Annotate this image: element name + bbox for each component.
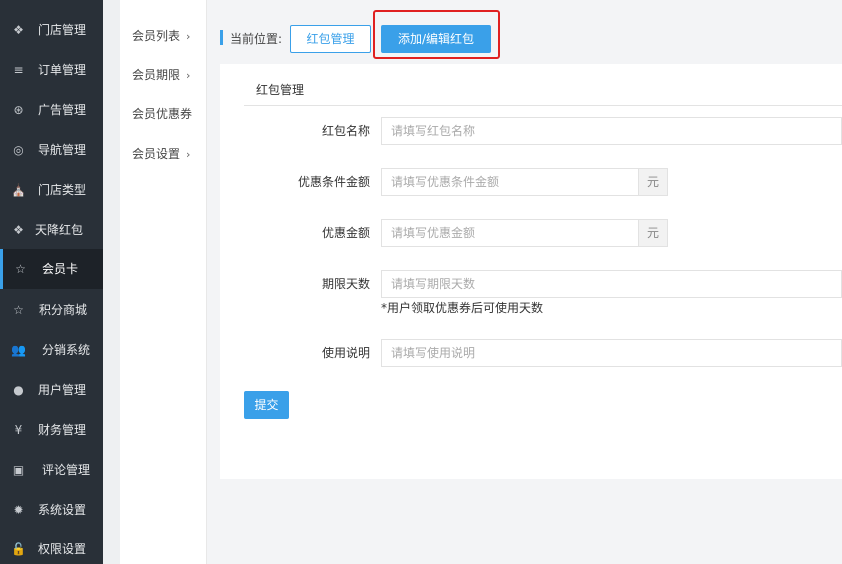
compass-icon: ◎ [13, 143, 24, 157]
sidebar-item-label: 用户管理 [38, 383, 87, 397]
user-icon: ● [13, 383, 24, 397]
main-sidebar: ❖ 门店管理 ≡ 订单管理 ⊛ 广告管理 ◎ 导航管理 ⛪ 门店类型 ❖ 天降红… [0, 0, 103, 564]
breadcrumb-label: 当前位置: [230, 32, 283, 46]
cubes-icon: ❖ [13, 223, 24, 237]
submenu-item-member-coupon[interactable]: 会员优惠券 [132, 104, 192, 124]
discount-amount-label: 优惠金额 [321, 226, 370, 240]
condition-amount-label: 优惠条件金额 [297, 175, 370, 189]
sidebar-item-comments[interactable]: ▣ 评论管理 [0, 450, 103, 490]
submenu-item-member-list[interactable]: 会员列表 › [132, 26, 190, 46]
sidebar-item-label: 天降红包 [35, 223, 84, 237]
form-title: 红包管理 [256, 83, 305, 97]
lifebuoy-icon: ⊛ [13, 103, 24, 117]
sidebar-item-finance[interactable]: ¥ 财务管理 [0, 410, 103, 450]
red-packet-management-button[interactable]: 红包管理 [290, 25, 371, 53]
submenu-item-label: 会员优惠券 [132, 107, 193, 121]
list-icon: ≡ [13, 63, 24, 77]
sidebar-item-label: 会员卡 [42, 262, 79, 276]
breadcrumb-marker [220, 30, 223, 45]
term-days-label: 期限天数 [321, 277, 370, 291]
sidebar-item-label: 门店类型 [38, 183, 87, 197]
sidebar-item-store-management[interactable]: ❖ 门店管理 [0, 10, 103, 50]
sidebar-item-label: 系统设置 [38, 503, 87, 517]
discount-amount-input[interactable] [381, 219, 639, 247]
chevron-right-icon: › [186, 69, 191, 82]
star-half-icon: ☆ [15, 262, 26, 276]
submenu-item-label: 会员列表 [132, 29, 181, 43]
sidebar-item-label: 广告管理 [38, 103, 87, 117]
condition-amount-unit: 元 [639, 168, 668, 196]
add-edit-red-packet-button[interactable]: 添加/编辑红包 [381, 25, 491, 53]
lock-icon: 🔓 [11, 542, 26, 556]
yen-icon: ¥ [14, 423, 23, 437]
chevron-right-icon: › [186, 30, 191, 43]
sidebar-item-label: 积分商城 [39, 303, 88, 317]
submenu-item-label: 会员设置 [132, 147, 181, 161]
red-packet-name-input[interactable] [381, 117, 842, 145]
condition-amount-input[interactable] [381, 168, 639, 196]
sidebar-item-user-management[interactable]: ● 用户管理 [0, 370, 103, 410]
submenu-item-label: 会员期限 [132, 68, 181, 82]
sidebar-item-order-management[interactable]: ≡ 订单管理 [0, 50, 103, 90]
sidebar-item-red-packet[interactable]: ❖ 天降红包 [0, 210, 103, 250]
sidebar-item-label: 权限设置 [38, 542, 87, 556]
sidebar-gutter [103, 0, 120, 564]
term-days-input[interactable] [381, 270, 842, 298]
submenu-item-member-term[interactable]: 会员期限 › [132, 65, 190, 85]
usage-description-label: 使用说明 [321, 346, 370, 360]
discount-amount-unit: 元 [639, 219, 668, 247]
cubes-icon: ❖ [13, 23, 24, 37]
submenu-item-member-settings[interactable]: 会员设置 › [132, 144, 190, 164]
sidebar-item-label: 分销系统 [42, 343, 91, 357]
sidebar-item-system-settings[interactable]: ✹ 系统设置 [0, 490, 103, 530]
chevron-right-icon: › [186, 148, 191, 161]
sidebar-item-label: 订单管理 [38, 63, 87, 77]
title-divider [244, 105, 842, 106]
member-submenu: 会员列表 › 会员期限 › 会员优惠券 会员设置 › [120, 0, 207, 564]
bank-icon: ⛪ [11, 183, 26, 197]
sidebar-item-points-mall[interactable]: ☆ 积分商城 [0, 290, 103, 330]
sidebar-item-permissions[interactable]: 🔓 权限设置 [0, 529, 103, 564]
sidebar-item-distribution[interactable]: 👥 分销系统 [0, 330, 103, 370]
form-card: 红包管理 红包名称 优惠条件金额 元 优惠金额 元 期限天数 *用户领取优惠券后… [220, 64, 842, 479]
sidebar-item-label: 导航管理 [38, 143, 87, 157]
sidebar-item-member-card[interactable]: ☆ 会员卡 [0, 249, 103, 289]
sidebar-item-label: 门店管理 [38, 23, 87, 37]
sidebar-item-store-type[interactable]: ⛪ 门店类型 [0, 170, 103, 210]
sidebar-item-label: 财务管理 [38, 423, 87, 437]
main-content: 当前位置: 红包管理 添加/编辑红包 红包管理 红包名称 优惠条件金额 元 优惠… [207, 0, 842, 564]
sidebar-item-nav-management[interactable]: ◎ 导航管理 [0, 130, 103, 170]
sidebar-item-label: 评论管理 [42, 463, 91, 477]
money-icon: ▣ [12, 463, 25, 477]
usage-description-input[interactable] [381, 339, 842, 367]
sidebar-item-ad-management[interactable]: ⊛ 广告管理 [0, 90, 103, 130]
gear-icon: ✹ [13, 503, 24, 517]
star-half-icon: ☆ [13, 303, 24, 317]
term-days-hint: *用户领取优惠券后可使用天数 [381, 301, 544, 315]
users-icon: 👥 [11, 343, 26, 357]
red-packet-name-label: 红包名称 [321, 124, 370, 138]
submit-button[interactable]: 提交 [244, 391, 289, 419]
